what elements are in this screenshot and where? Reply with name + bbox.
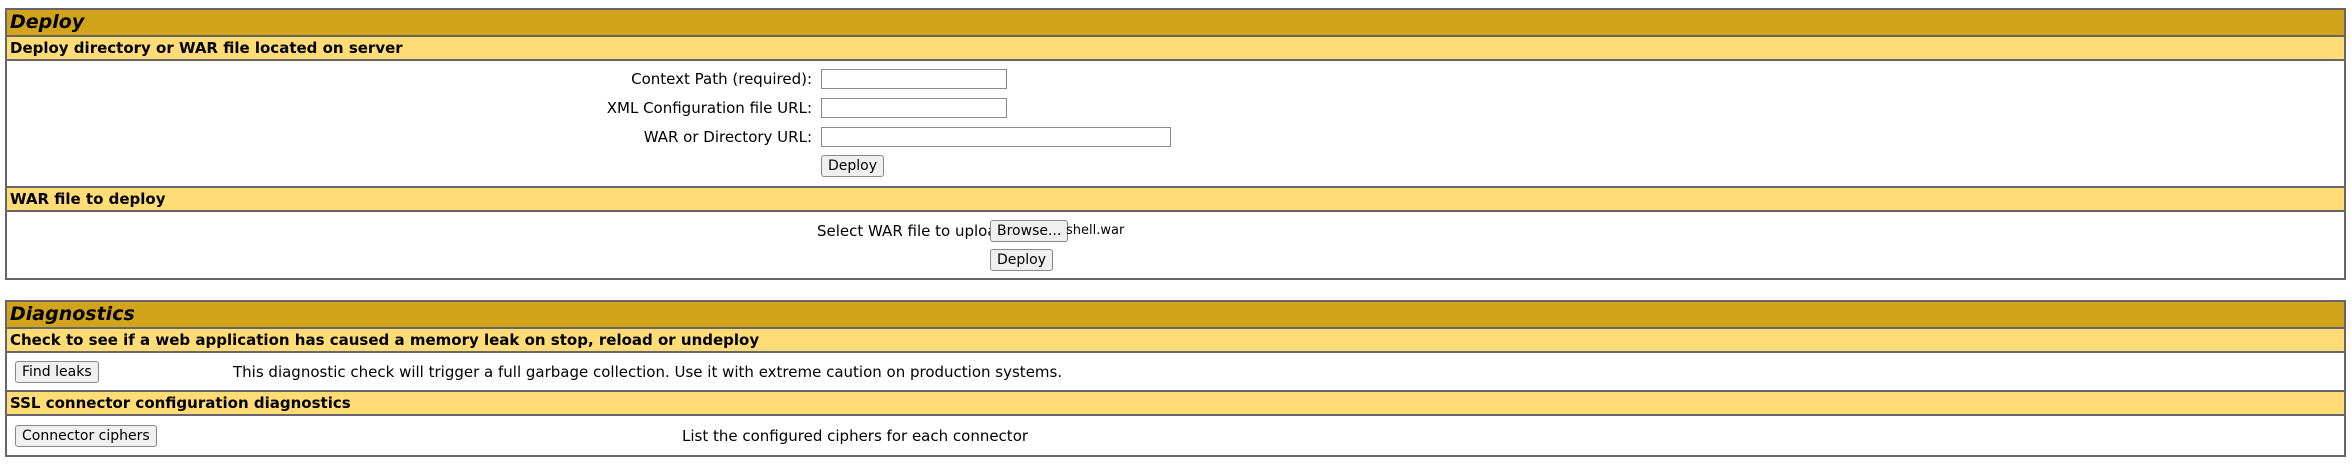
- diagnostics-title: Diagnostics: [7, 302, 2344, 329]
- find-leaks-button[interactable]: Find leaks: [15, 361, 99, 383]
- server-deploy-button[interactable]: Deploy: [821, 155, 885, 177]
- browse-button[interactable]: Browse...: [990, 220, 1069, 242]
- deploy-panel: Deploy Deploy directory or WAR file loca…: [5, 8, 2346, 280]
- server-deploy-heading: Deploy directory or WAR file located on …: [7, 37, 2344, 61]
- diagnostics-panel: Diagnostics Check to see if a web applic…: [5, 300, 2346, 457]
- context-path-label: Context Path (required):: [631, 70, 812, 88]
- connector-ciphers-description: List the configured ciphers for each con…: [682, 427, 1029, 445]
- memory-leak-heading: Check to see if a web application has ca…: [7, 329, 2344, 353]
- war-select-label: Select WAR file to upload: [817, 222, 1007, 240]
- find-leaks-description: This diagnostic check will trigger a ful…: [233, 363, 1063, 381]
- war-dir-input[interactable]: [821, 127, 1171, 147]
- deploy-title: Deploy: [7, 10, 2344, 37]
- context-path-input[interactable]: [821, 69, 1007, 89]
- war-deploy-button[interactable]: Deploy: [990, 249, 1054, 271]
- selected-file-name: shell.war: [1066, 223, 1125, 238]
- xml-config-input[interactable]: [821, 98, 1007, 118]
- xml-config-label: XML Configuration file URL:: [606, 99, 812, 117]
- war-upload-heading: WAR file to deploy: [7, 186, 2344, 212]
- war-dir-label: WAR or Directory URL:: [643, 128, 812, 146]
- connector-ciphers-button[interactable]: Connector ciphers: [15, 425, 157, 447]
- ssl-diagnostics-heading: SSL connector configuration diagnostics: [7, 390, 2344, 416]
